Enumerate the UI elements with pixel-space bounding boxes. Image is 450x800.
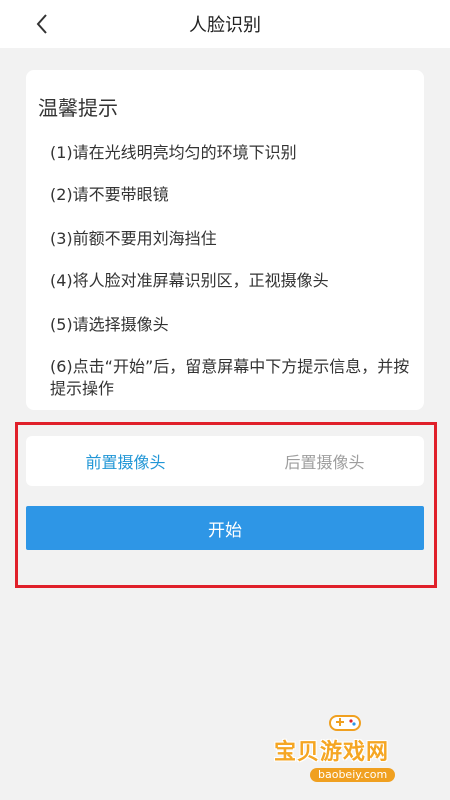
- gamepad-icon: [329, 715, 361, 731]
- back-button[interactable]: [30, 12, 54, 36]
- tip-item: (2)请不要带眼镜: [50, 185, 169, 204]
- chevron-left-icon: [36, 14, 47, 34]
- top-bar: 人脸识别: [0, 0, 450, 48]
- tips-card: 温馨提示 (1)请在光线明亮均匀的环境下识别 (2)请不要带眼镜 (3)前额不要…: [26, 70, 424, 410]
- tip-item: (1)请在光线明亮均匀的环境下识别: [50, 143, 297, 162]
- tip-item: (3)前额不要用刘海挡住: [50, 229, 217, 248]
- tips-title: 温馨提示: [38, 96, 118, 120]
- page-title: 人脸识别: [189, 15, 261, 36]
- watermark-url: baobeiy.com: [310, 768, 396, 782]
- tip-item: (4)将人脸对准屏幕识别区，正视摄像头: [50, 271, 329, 290]
- tip-item: (5)请选择摄像头: [50, 315, 169, 334]
- tip-item: (6)点击“开始”后，留意屏幕中下方提示信息，并按提示操作: [50, 357, 410, 398]
- front-camera-option[interactable]: 前置摄像头: [26, 436, 225, 486]
- watermark-logo: 宝贝游戏网 baobeiy.com: [268, 710, 438, 790]
- rear-camera-option[interactable]: 后置摄像头: [225, 436, 424, 486]
- camera-selector: 前置摄像头 后置摄像头: [26, 436, 424, 486]
- start-button[interactable]: 开始: [26, 506, 424, 550]
- watermark-name: 宝贝游戏网: [274, 740, 390, 765]
